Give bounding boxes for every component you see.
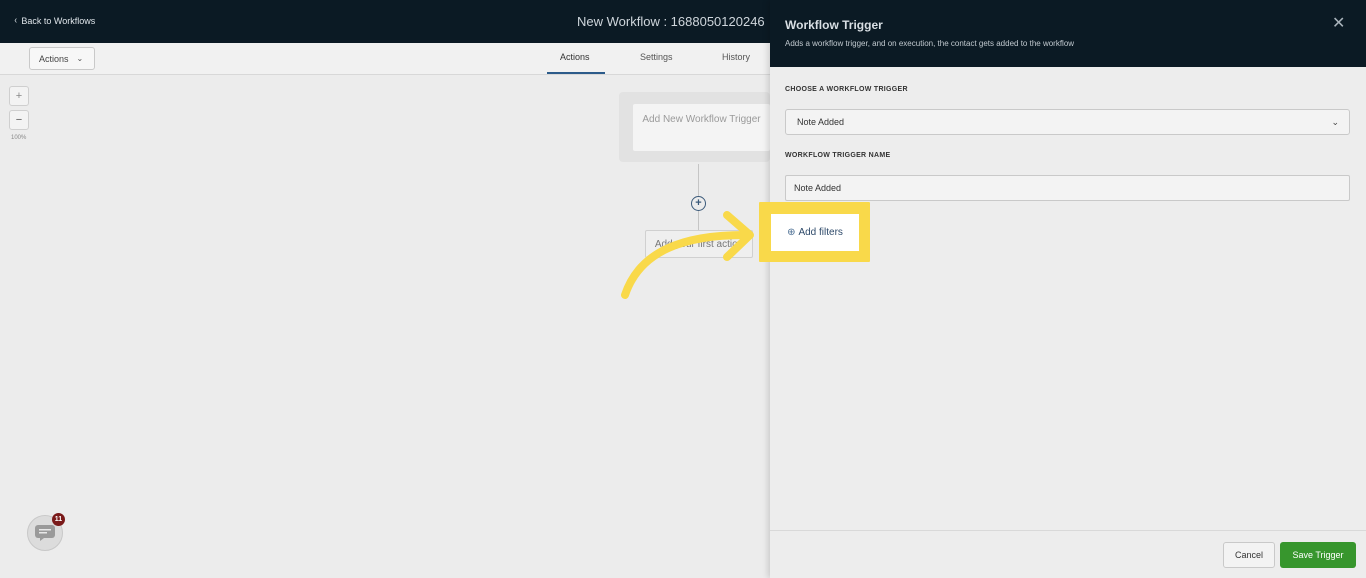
chat-icon	[35, 525, 55, 541]
zoom-out-button[interactable]: −	[9, 110, 29, 130]
tab-settings[interactable]: Settings	[640, 52, 673, 62]
choose-trigger-label: CHOOSE A WORKFLOW TRIGGER	[785, 86, 908, 93]
workflow-trigger-drawer: Workflow Trigger Adds a workflow trigger…	[770, 0, 1366, 578]
cancel-button[interactable]: Cancel	[1223, 542, 1275, 568]
workflow-canvas[interactable]: + − 100% Add New Workflow Trigger + Add …	[0, 75, 770, 578]
chat-notification-badge: 11	[52, 513, 65, 526]
save-trigger-button[interactable]: Save Trigger	[1280, 542, 1356, 568]
chevron-down-icon: ⌄	[1331, 117, 1339, 127]
drawer-footer: Cancel Save Trigger	[770, 530, 1366, 578]
workflow-title: New Workflow : 1688050120246	[577, 14, 765, 29]
trigger-type-value: Note Added	[797, 117, 845, 127]
add-filters-label: Add filters	[798, 227, 843, 238]
zoom-in-button[interactable]: +	[9, 86, 29, 106]
back-label: Back to Workflows	[21, 15, 96, 26]
trigger-name-label: WORKFLOW TRIGGER NAME	[785, 152, 891, 159]
chevron-down-icon: ⌄	[76, 54, 84, 63]
trigger-name-value: Note Added	[794, 183, 842, 193]
plus-circle-icon: ⊕	[787, 227, 796, 238]
trigger-type-select[interactable]: Note Added ⌄	[785, 109, 1350, 135]
connector-line	[698, 164, 699, 199]
zoom-level: 100%	[11, 135, 27, 141]
drawer-subtitle: Adds a workflow trigger, and on executio…	[785, 39, 1075, 48]
callout-arrow-icon	[621, 211, 754, 299]
drawer-header: Workflow Trigger Adds a workflow trigger…	[770, 0, 1366, 67]
add-filters-button[interactable]: ⊕ Add filters	[771, 214, 859, 251]
tab-actions[interactable]: Actions	[560, 52, 590, 62]
trigger-name-input[interactable]: Note Added	[785, 175, 1350, 201]
drawer-title: Workflow Trigger	[785, 18, 883, 32]
active-tab-indicator	[547, 72, 605, 74]
chevron-left-icon: ‹	[14, 15, 18, 26]
back-to-workflows-link[interactable]: ‹ Back to Workflows	[14, 15, 95, 26]
tab-history[interactable]: History	[722, 52, 750, 62]
sub-toolbar: Actions ⌄ Actions Settings History	[0, 43, 770, 75]
add-trigger-card[interactable]: Add New Workflow Trigger	[633, 104, 770, 151]
close-icon[interactable]: ✕	[1332, 16, 1345, 32]
actions-dropdown[interactable]: Actions ⌄	[29, 47, 95, 70]
actions-dropdown-label: Actions	[39, 53, 69, 64]
